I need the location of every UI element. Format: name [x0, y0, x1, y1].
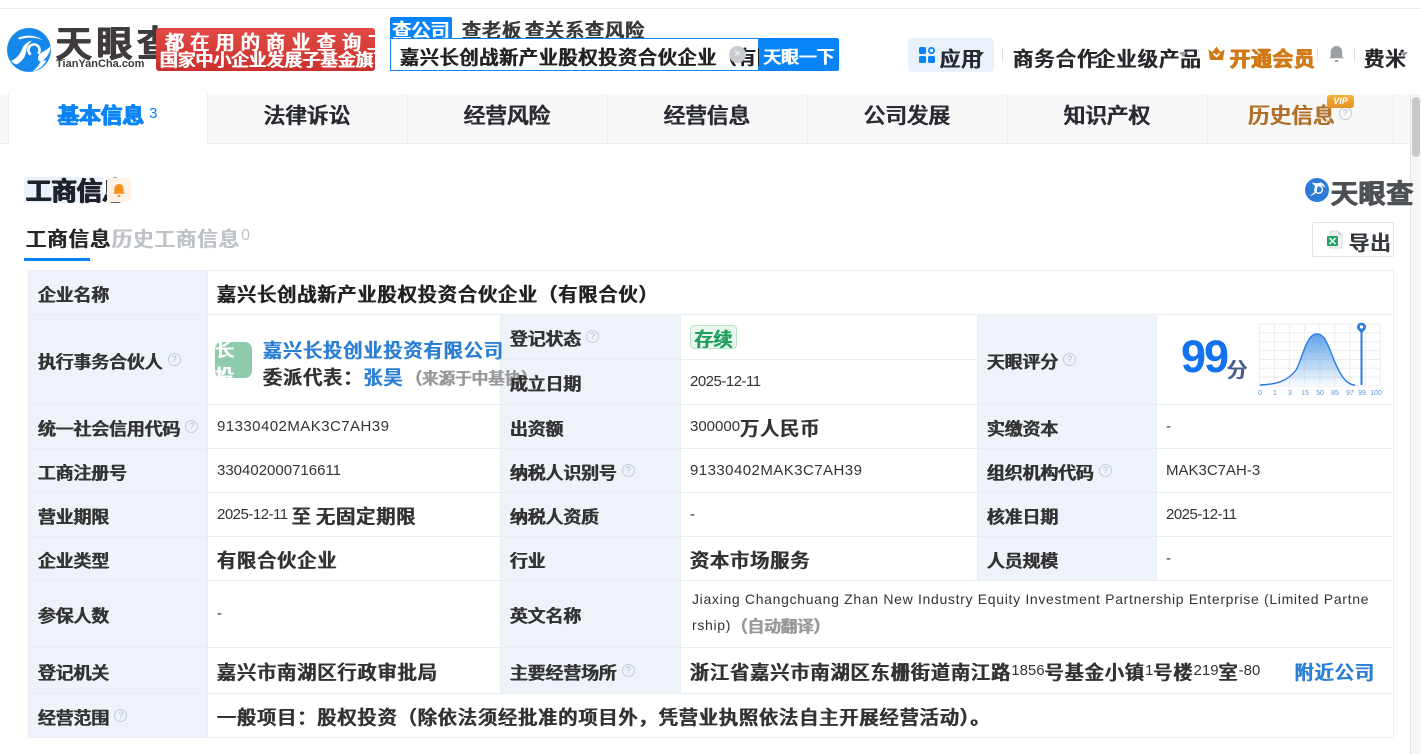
svg-text:3: 3 [1288, 390, 1292, 397]
svg-text:0: 0 [1258, 390, 1262, 397]
svg-text:15: 15 [1301, 390, 1309, 397]
svg-text:97: 97 [1346, 390, 1354, 397]
svg-text:50: 50 [1316, 390, 1324, 397]
svg-text:1: 1 [1273, 390, 1277, 397]
svg-text:100: 100 [1370, 390, 1382, 397]
svg-text:99: 99 [1358, 390, 1366, 397]
svg-text:85: 85 [1331, 390, 1339, 397]
